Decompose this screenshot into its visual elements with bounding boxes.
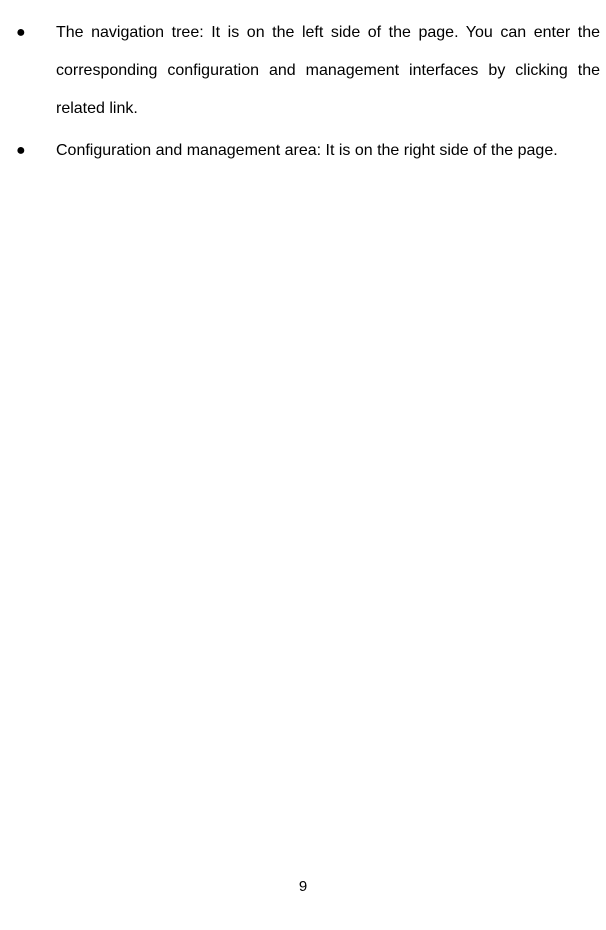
bullet-text: Configuration and management area: It is… (56, 132, 606, 170)
bullet-marker: ● (0, 132, 56, 170)
list-item: ● The navigation tree: It is on the left… (0, 14, 606, 128)
bullet-marker: ● (0, 14, 56, 128)
bullet-text: The navigation tree: It is on the left s… (56, 14, 606, 128)
page-number: 9 (0, 878, 606, 895)
document-content: ● The navigation tree: It is on the left… (0, 0, 606, 170)
list-item: ● Configuration and management area: It … (0, 132, 606, 170)
